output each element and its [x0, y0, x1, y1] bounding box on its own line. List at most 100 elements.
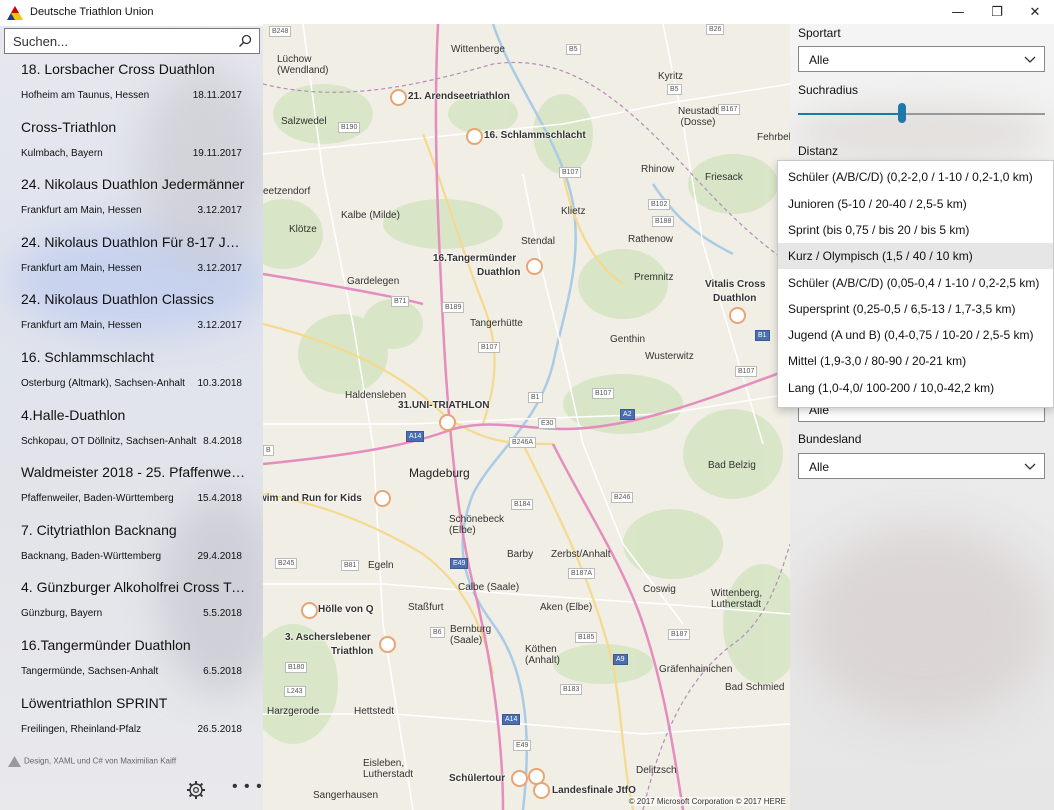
road-badge: E30: [538, 418, 557, 429]
road-badge: B187A: [568, 568, 596, 579]
event-place: Backnang, Baden-Württemberg: [21, 550, 162, 562]
map-place-label: Premnitz: [634, 272, 674, 283]
more-options-button[interactable]: • • •: [232, 778, 263, 796]
pin-label: Schülertour: [449, 773, 506, 784]
distanz-dropdown: Schüler (A/B/C/D) (0,2-2,0 / 1-10 / 0,2-…: [777, 160, 1054, 408]
bundesland-label: Bundesland: [798, 432, 862, 446]
distanz-option[interactable]: Lang (1,0-4,0/ 100-200 / 10,0-42,2 km): [778, 375, 1053, 401]
road-badge: B189: [442, 302, 465, 313]
map-place-label: Egeln: [368, 560, 394, 571]
map-place-label: Bernburg (Saale): [450, 624, 492, 646]
distanz-option-selected[interactable]: Kurz / Olympisch (1,5 / 40 / 10 km): [778, 243, 1053, 269]
event-list-item[interactable]: 24. Nikolaus Duathlon Für 8-17 Jahre Fra…: [0, 229, 263, 287]
distanz-option[interactable]: Schüler (A/B/C/D) (0,2-2,0 / 1-10 / 0,2-…: [778, 164, 1053, 190]
event-map-pin[interactable]: [390, 89, 407, 106]
road-badge: B71: [391, 296, 410, 307]
event-list-item[interactable]: 24. Nikolaus Duathlon Jedermänner Frankf…: [0, 171, 263, 229]
event-map-pin[interactable]: [379, 636, 396, 653]
event-date: 6.5.2018: [203, 665, 242, 677]
event-place: Frankfurt am Main, Hessen: [21, 320, 142, 332]
event-name: 24. Nikolaus Duathlon Jedermänner: [21, 176, 245, 193]
event-map-pin[interactable]: [466, 128, 483, 145]
event-list-item[interactable]: 24. Nikolaus Duathlon Classics Frankfurt…: [0, 286, 263, 344]
distanz-option[interactable]: Sprint (bis 0,75 / bis 20 / bis 5 km): [778, 217, 1053, 243]
event-name: 24. Nikolaus Duathlon Classics: [21, 291, 214, 308]
sportart-label: Sportart: [798, 26, 841, 40]
event-list: 18. Lorsbacher Cross Duathlon Hofheim am…: [0, 56, 263, 747]
road-badge: B107: [735, 366, 758, 377]
distanz-label: Distanz: [798, 144, 839, 158]
bundesland-select[interactable]: Alle: [798, 453, 1045, 479]
event-map-pin[interactable]: [374, 490, 391, 507]
event-list-item[interactable]: Waldmeister 2018 - 25. Pfaffenweile... P…: [0, 459, 263, 517]
event-list-item[interactable]: 4. Günzburger Alkoholfrei Cross Tria... …: [0, 574, 263, 632]
road-badge: B187: [668, 629, 691, 640]
event-map-pin[interactable]: [439, 414, 456, 431]
settings-gear-icon[interactable]: [186, 780, 206, 800]
map-place-label: Wittenberge: [451, 44, 505, 55]
pin-label: Duathlon: [713, 293, 757, 304]
map-place-label: Klietz: [561, 206, 586, 217]
distanz-option[interactable]: Mittel (1,9-3,0 / 80-90 / 20-21 km): [778, 348, 1053, 374]
event-name: Cross-Triathlon: [21, 118, 117, 135]
suchradius-slider-thumb[interactable]: [897, 103, 906, 123]
map-place-label: Aken (Elbe): [540, 602, 593, 613]
suchradius-label: Suchradius: [798, 83, 859, 97]
credit-text: Design, XAML und C# von Maximilian Kaiff: [8, 756, 176, 767]
event-name: 16.Tangermünder Duathlon: [21, 636, 191, 653]
event-list-item[interactable]: 18. Lorsbacher Cross Duathlon Hofheim am…: [0, 56, 263, 114]
event-map-pin[interactable]: [301, 602, 318, 619]
event-place: Osterburg (Altmark), Sachsen-Anhalt: [21, 377, 185, 389]
event-list-item[interactable]: Löwentriathlon SPRINT Freilingen, Rheinl…: [0, 690, 263, 748]
map-canvas: [263, 24, 790, 810]
event-list-item[interactable]: Cross-Triathlon Kulmbach, Bayern 19.11.2…: [0, 114, 263, 172]
road-badge: B190: [338, 122, 361, 133]
event-map-pin[interactable]: [533, 782, 550, 799]
event-list-item[interactable]: 16. Schlammschlacht Osterburg (Altmark),…: [0, 344, 263, 402]
map-place-label: Hettstedt: [354, 706, 395, 717]
event-map-pin[interactable]: [526, 258, 543, 275]
map-place-label: Coswig: [643, 584, 676, 595]
event-name: 7. Citytriathlon Backnang: [21, 521, 177, 538]
sportart-select[interactable]: Alle: [798, 46, 1045, 72]
pin-label: 16. Schlammschlacht: [484, 130, 586, 141]
event-name: 16. Schlammschlacht: [21, 348, 155, 365]
close-button[interactable]: ✕: [1012, 0, 1054, 26]
pin-label: Hölle von Q: [318, 604, 374, 615]
road-badge: E49: [450, 558, 469, 569]
distanz-option[interactable]: Jugend (A und B) (0,4-0,75 / 10-20 / 2,5…: [778, 322, 1053, 348]
event-list-item[interactable]: 7. Citytriathlon Backnang Backnang, Bade…: [0, 517, 263, 575]
distanz-option[interactable]: Junioren (5-10 / 20-40 / 2,5-5 km): [778, 191, 1053, 217]
map-place-label: Friesack: [705, 172, 743, 183]
event-date: 10.3.2018: [197, 377, 243, 389]
event-place: Hofheim am Taunus, Hessen: [21, 90, 150, 101]
event-list-item[interactable]: 4.Halle-Duathlon Schkopau, OT Döllnitz, …: [0, 402, 263, 460]
map-view[interactable]: Wittenberge Lüchow (Wendland) Kyritz Sal…: [263, 24, 790, 810]
event-place: Tangermünde, Sachsen-Anhalt: [21, 665, 159, 677]
event-map-pin[interactable]: [511, 770, 528, 787]
map-place-label: Rhinow: [641, 164, 675, 175]
map-place-label: Kalbe (Milde): [341, 210, 400, 221]
sportart-value: Alle: [809, 53, 830, 67]
event-date: 18.11.2017: [192, 90, 242, 101]
pin-label: 3. Aschersleben​er: [285, 632, 371, 643]
road-badge: B102: [648, 199, 671, 210]
search-input[interactable]: [5, 29, 225, 53]
map-place-label: Wusterwitz: [645, 351, 694, 362]
map-place-label: Sangerhausen: [313, 790, 379, 801]
event-map-pin[interactable]: [729, 307, 746, 324]
event-date: 3.12.2017: [197, 262, 243, 274]
chevron-down-icon: [1024, 56, 1036, 63]
map-place-label: Bad Schmied: [725, 682, 785, 693]
bundesland-value: Alle: [809, 460, 830, 474]
event-name: 4.Halle-Duathlon: [21, 406, 126, 423]
event-place: Pfaffenweiler, Baden-Württemberg: [21, 493, 174, 505]
road-badge: B248: [269, 26, 292, 37]
distanz-option[interactable]: Schüler (A/B/C/D) (0,05-0,4 / 1-10 / 0,2…: [778, 270, 1053, 296]
event-list-item[interactable]: 16.Tangermünder Duathlon Tangermünde, Sa…: [0, 632, 263, 690]
search-icon[interactable]: [237, 33, 253, 49]
map-place-label: Eisleben, Lutherstadt: [363, 758, 414, 780]
event-date: 8.4.2018: [203, 435, 242, 447]
road-badge: B188: [652, 216, 675, 227]
distanz-option[interactable]: Supersprint (0,25-0,5 / 6,5-13 / 1,7-3,5…: [778, 296, 1053, 322]
